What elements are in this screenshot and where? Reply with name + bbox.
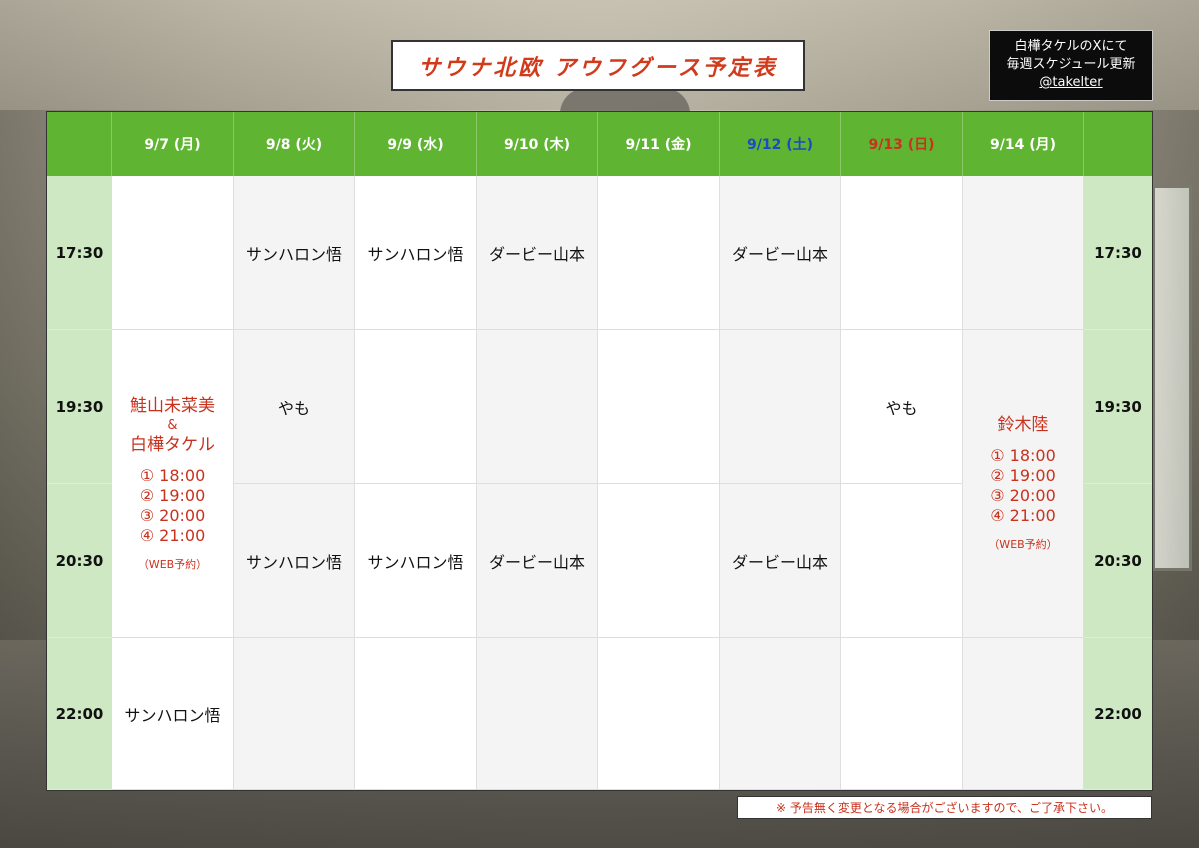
session-time-2: ② 19:00 xyxy=(139,485,206,505)
session-time-4: ④ 21:00 xyxy=(990,506,1056,525)
update-info-box: 白樺タケルのXにて 毎週スケジュール更新 @takelter xyxy=(989,30,1153,101)
change-notice: ※ 予告無く変更となる場合がございますので、ご了承下さい。 xyxy=(737,796,1152,819)
slot-r1-d2: サンハロン悟 xyxy=(234,176,355,330)
schedule-title: サウナ北欧 アウフグース予定表 xyxy=(418,55,778,81)
session-times: ① 18:00 ② 19:00 ③ 20:00 ④ 21:00 xyxy=(990,446,1056,526)
slot-r3-d2: サンハロン悟 xyxy=(234,484,355,638)
ampersand: & xyxy=(167,417,178,433)
slot-r2-d7: やも xyxy=(841,330,963,484)
slot-r1-d4: ダービー山本 xyxy=(477,176,598,330)
slot-r1-d7 xyxy=(841,176,963,330)
header-day-4: 9/10 (木) xyxy=(477,112,598,176)
header-day-6-saturday: 9/12 (土) xyxy=(720,112,841,176)
performer-name-2: 白樺タケル xyxy=(130,434,215,455)
schedule-grid: 9/7 (月) 9/8 (火) 9/9 (水) 9/10 (木) 9/11 (金… xyxy=(46,111,1153,791)
session-time-1: ① 18:00 xyxy=(990,446,1056,465)
slot-r3-d6: ダービー山本 xyxy=(720,484,841,638)
info-line-1: 白樺タケルのXにて xyxy=(1014,39,1128,54)
time-label-right-2: 19:30 xyxy=(1084,330,1152,484)
slot-r1-d8 xyxy=(963,176,1084,330)
session-time-3: ③ 20:00 xyxy=(139,505,206,525)
slot-r1-d6: ダービー山本 xyxy=(720,176,841,330)
time-label-right-4: 22:00 xyxy=(1084,638,1152,790)
slot-r1-d3: サンハロン悟 xyxy=(355,176,477,330)
header-corner-right xyxy=(1084,112,1152,176)
slot-r2-d5 xyxy=(598,330,720,484)
header-day-3: 9/9 (水) xyxy=(355,112,477,176)
slot-r4-d2 xyxy=(234,638,355,790)
slot-r4-d1: サンハロン悟 xyxy=(112,638,234,790)
session-times: ① 18:00 ② 19:00 ③ 20:00 ④ 21:00 xyxy=(140,466,206,546)
web-reservation-note: （WEB予約） xyxy=(137,557,208,571)
slot-special-9-7: 鮭山未菜美 & 白樺タケル ① 18:00 ② 19:00 ③ 20:00 ④ … xyxy=(112,330,234,638)
session-time-2: ② 19:00 xyxy=(990,466,1056,485)
time-label-right-1: 17:30 xyxy=(1084,176,1152,330)
header-day-8: 9/14 (月) xyxy=(963,112,1084,176)
session-time-1: ① 18:00 xyxy=(139,465,206,485)
slot-r4-d8 xyxy=(963,638,1084,790)
slot-r4-d5 xyxy=(598,638,720,790)
slot-r4-d3 xyxy=(355,638,477,790)
slot-r2-d2: やも xyxy=(234,330,355,484)
slot-special-9-14: 鈴木陸 ① 18:00 ② 19:00 ③ 20:00 ④ 21:00 （WEB… xyxy=(963,330,1084,638)
time-label-left-4: 22:00 xyxy=(47,638,112,790)
slot-r3-d3: サンハロン悟 xyxy=(355,484,477,638)
time-label-left-1: 17:30 xyxy=(47,176,112,330)
header-day-1: 9/7 (月) xyxy=(112,112,234,176)
slot-r2-d6 xyxy=(720,330,841,484)
header-day-7-sunday: 9/13 (日) xyxy=(841,112,963,176)
slot-r4-d7 xyxy=(841,638,963,790)
slot-r4-d4 xyxy=(477,638,598,790)
slot-r1-d1 xyxy=(112,176,234,330)
time-label-right-3: 20:30 xyxy=(1084,484,1152,638)
time-label-left-3: 20:30 xyxy=(47,484,112,638)
x-handle-link[interactable]: @takelter xyxy=(990,74,1152,92)
header-corner-left xyxy=(47,112,112,176)
slot-r3-d4: ダービー山本 xyxy=(477,484,598,638)
performer-name: 鈴木陸 xyxy=(997,415,1049,435)
slot-r1-d5 xyxy=(598,176,720,330)
session-time-3: ③ 20:00 xyxy=(990,486,1056,505)
session-time-4: ④ 21:00 xyxy=(139,525,206,545)
slot-r3-d5 xyxy=(598,484,720,638)
background-window xyxy=(1152,185,1192,571)
slot-r3-d7 xyxy=(841,484,963,638)
info-line-2: 毎週スケジュール更新 xyxy=(1006,57,1136,72)
header-day-2: 9/8 (火) xyxy=(234,112,355,176)
slot-r4-d6 xyxy=(720,638,841,790)
slot-r2-d3 xyxy=(355,330,477,484)
slot-r2-d4 xyxy=(477,330,598,484)
web-reservation-note: （WEB予約） xyxy=(988,538,1058,551)
time-label-left-2: 19:30 xyxy=(47,330,112,484)
schedule-title-box: サウナ北欧 アウフグース予定表 xyxy=(391,40,805,91)
header-day-5: 9/11 (金) xyxy=(598,112,720,176)
performer-name-1: 鮭山未菜美 xyxy=(130,395,215,416)
